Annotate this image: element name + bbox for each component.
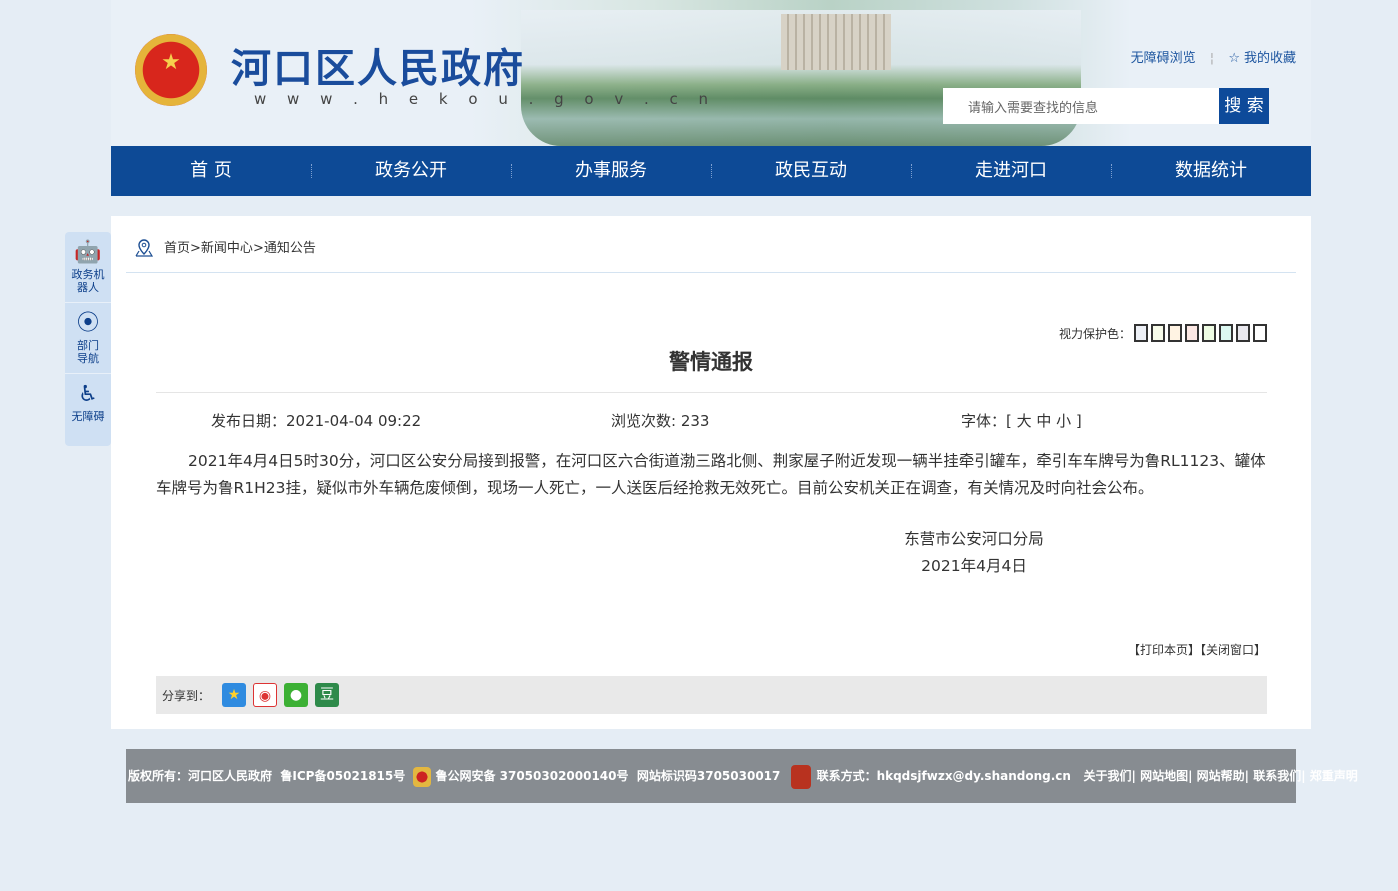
color-swatch[interactable] <box>1185 324 1199 342</box>
print-link[interactable]: 【打印本页】 <box>1128 643 1200 657</box>
weibo-share-icon[interactable]: ◉ <box>253 683 278 707</box>
douban-share-icon[interactable]: 豆 <box>315 683 340 707</box>
article-title: 警情通报 <box>669 350 753 374</box>
search-input[interactable]: 请输入需要查找的信息 <box>943 88 1219 124</box>
location-icon <box>135 239 154 257</box>
side-accessible[interactable]: ♿ 无障碍 <box>65 374 111 445</box>
color-swatch[interactable] <box>1219 324 1233 342</box>
crumb-home[interactable]: 首页 <box>164 241 190 256</box>
footer-link-contact[interactable]: 联系我们 <box>1253 769 1301 783</box>
site-url: w w w . h e k o u . g o v . c n <box>254 90 717 108</box>
share-bar: 分享到： ★ ◉ ● 豆 <box>156 676 1267 714</box>
main-nav: 首 页 政务公开 办事服务 政民互动 走进河口 数据统计 <box>111 146 1311 196</box>
content-panel: 首页>新闻中心>通知公告 视力保护色： 警情通报 发布日期：2021-04-04… <box>111 216 1311 729</box>
location-pin-icon: ⦿ <box>76 311 99 336</box>
nav-home[interactable]: 首 页 <box>111 146 311 196</box>
side-robot-label: 政务机器人 <box>71 268 105 294</box>
police-badge-icon <box>413 766 432 787</box>
color-swatch[interactable] <box>1151 324 1165 342</box>
footer-icp[interactable]: 鲁ICP备05021815号 <box>280 769 405 783</box>
footer-contact: 联系方式：hkqdsjfwzx@dy.shandong.cn <box>816 769 1071 783</box>
site-title: 河口区人民政府 <box>231 45 525 92</box>
crumb-notice[interactable]: 通知公告 <box>264 241 316 256</box>
side-toolbar: 🤖 政务机器人 ⦿ 部门导航 ♿ 无障碍 <box>65 232 111 446</box>
eye-protection-colors: 视力保护色： <box>1059 324 1267 342</box>
accessible-browse-link[interactable]: 无障碍浏览 <box>1131 51 1196 66</box>
star-icon: ☆ <box>1228 51 1240 66</box>
crumb-news[interactable]: 新闻中心 <box>201 241 253 256</box>
footer-site-id: 网站标识码3705030017 <box>636 769 781 783</box>
favorites-link[interactable]: 我的收藏 <box>1244 51 1296 66</box>
close-window-link[interactable]: 【关闭窗口】 <box>1200 643 1266 657</box>
nav-services[interactable]: 办事服务 <box>511 146 711 196</box>
color-swatch[interactable] <box>1202 324 1216 342</box>
search-button[interactable]: 搜 索 <box>1219 88 1269 124</box>
nav-about-hekou[interactable]: 走进河口 <box>911 146 1111 196</box>
article-body: 2021年4月4日5时30分，河口区公安分局接到报警，在河口区六合街道渤三路北侧… <box>156 452 1266 497</box>
font-size-control[interactable]: 字体：[ 大 中 小 ] <box>961 410 1082 431</box>
nav-interaction[interactable]: 政民互动 <box>711 146 911 196</box>
crumb-sep: > <box>190 241 201 256</box>
share-label: 分享到： <box>162 688 211 703</box>
color-swatch[interactable] <box>1236 324 1250 342</box>
side-dept-label: 部门导航 <box>77 339 99 365</box>
nav-statistics[interactable]: 数据统计 <box>1111 146 1311 196</box>
signature-date: 2021年4月4日 <box>921 557 1027 575</box>
side-accessible-label: 无障碍 <box>71 410 105 423</box>
side-dept-nav[interactable]: ⦿ 部门导航 <box>65 303 111 374</box>
color-swatch[interactable] <box>1253 324 1267 342</box>
footer-copyright: 版权所有：河口区人民政府 <box>128 769 273 783</box>
qzone-share-icon[interactable]: ★ <box>222 683 247 707</box>
eye-protection-label: 视力保护色： <box>1058 326 1131 341</box>
color-swatch[interactable] <box>1134 324 1148 342</box>
header-building <box>781 14 891 70</box>
publish-date: 发布日期：2021-04-04 09:22 <box>211 412 422 430</box>
footer: 版权所有：河口区人民政府 鲁ICP备05021815号 鲁公网安备 370503… <box>126 749 1358 803</box>
footer-link-help[interactable]: 网站帮助 <box>1197 769 1245 783</box>
divider <box>156 392 1267 393</box>
footer-police[interactable]: 鲁公网安备 37050302000140号 <box>435 769 628 783</box>
signature-org: 东营市公安河口分局 <box>904 530 1044 548</box>
view-count: 浏览次数: 233 <box>611 412 710 430</box>
color-swatch[interactable] <box>1168 324 1182 342</box>
robot-icon: 🤖 <box>74 240 102 265</box>
wheelchair-icon: ♿ <box>78 382 98 407</box>
footer-link-sitemap[interactable]: 网站地图 <box>1140 769 1188 783</box>
footer-link-disclaimer[interactable]: 郑重声明 <box>1310 769 1358 783</box>
gov-verify-badge-icon[interactable] <box>790 764 811 789</box>
divider: ¦ <box>1209 51 1215 66</box>
breadcrumb: 首页>新闻中心>通知公告 <box>126 216 1296 273</box>
nav-gov-affairs[interactable]: 政务公开 <box>311 146 511 196</box>
national-emblem-logo: ★ <box>135 34 207 106</box>
crumb-sep: > <box>252 241 264 256</box>
side-robot[interactable]: 🤖 政务机器人 <box>65 232 111 303</box>
footer-link-about[interactable]: 关于我们 <box>1083 769 1131 783</box>
wechat-share-icon[interactable]: ● <box>284 683 309 707</box>
header: ★ 河口区人民政府 w w w . h e k o u . g o v . c … <box>111 0 1311 146</box>
